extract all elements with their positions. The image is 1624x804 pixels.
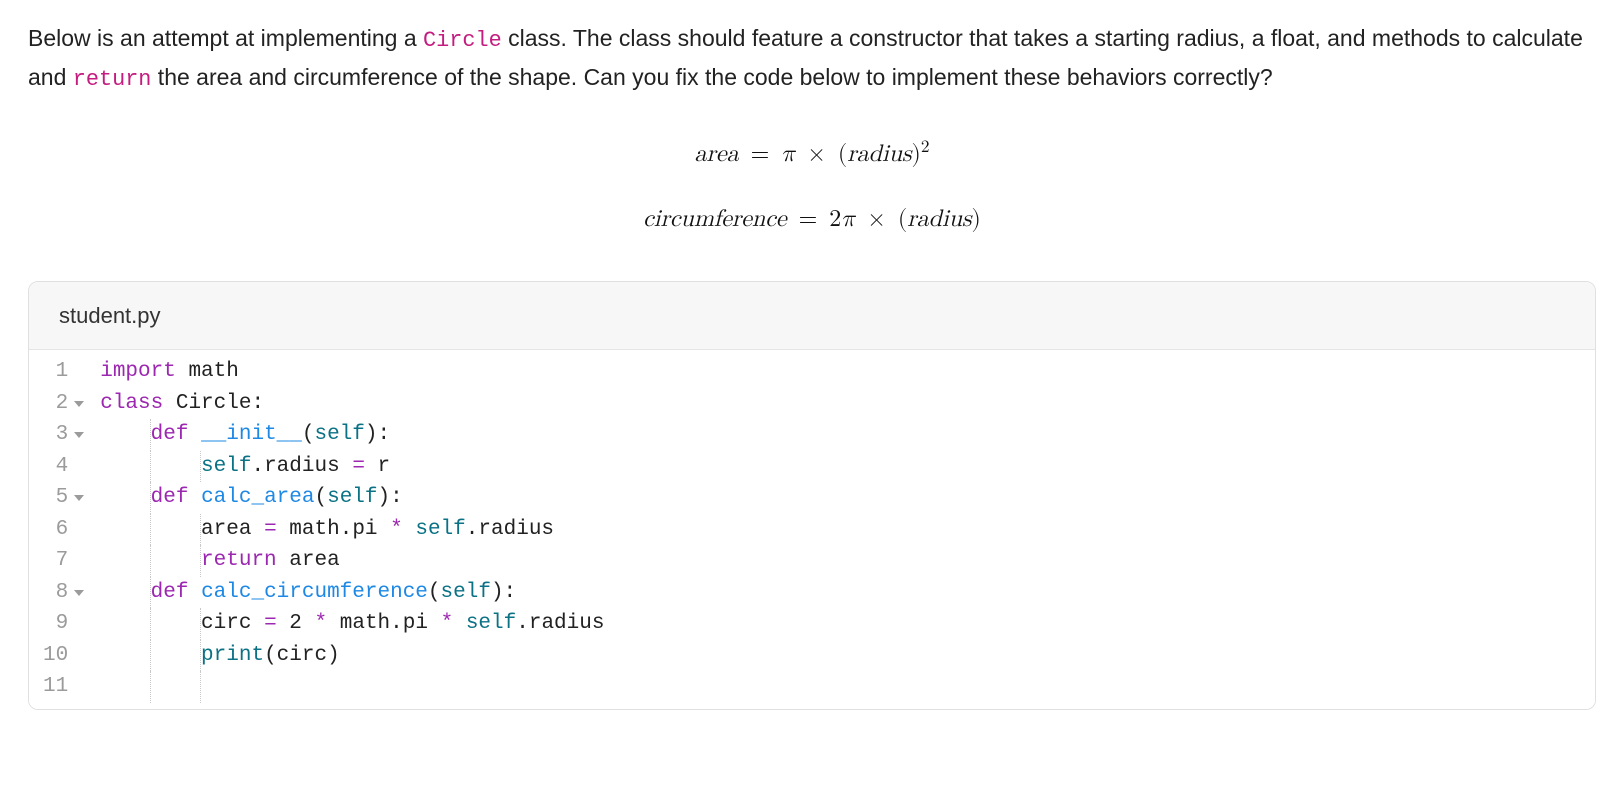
code-line	[100, 671, 1595, 703]
prose-text: Below is an attempt at implementing a	[28, 25, 423, 51]
gutter-line: 7	[43, 545, 84, 577]
inline-code-return: return	[73, 67, 152, 92]
problem-statement: Below is an attempt at implementing a Ci…	[28, 20, 1596, 98]
fold-icon[interactable]	[74, 432, 84, 438]
code-line: class Circle:	[100, 388, 1595, 420]
gutter-line: 5	[43, 482, 84, 514]
prose-text: the area and circumference of the shape.…	[151, 64, 1272, 90]
code-line: area = math.pi * self.radius	[100, 514, 1595, 546]
gutter-line: 10	[43, 640, 84, 672]
code-area[interactable]: import math class Circle: def __init__(s…	[92, 350, 1595, 709]
gutter-line: 4	[43, 451, 84, 483]
gutter-line: 8	[43, 577, 84, 609]
code-line: circ = 2 * math.pi * self.radius	[100, 608, 1595, 640]
formula-area: area = π × (radius)2	[28, 126, 1596, 184]
editor-filename-tab[interactable]: student.py	[29, 282, 1595, 350]
fold-icon[interactable]	[74, 590, 84, 596]
formula-circumference: circumference = 2π × (radius)	[28, 191, 1596, 249]
gutter-line: 3	[43, 419, 84, 451]
code-line: def calc_area(self):	[100, 482, 1595, 514]
gutter-line: 1	[43, 356, 84, 388]
gutter-line: 11	[43, 671, 84, 703]
code-line: print(circ)	[100, 640, 1595, 672]
gutter-line: 6	[43, 514, 84, 546]
formula-block: area = π × (radius)2 circumference = 2π …	[28, 126, 1596, 249]
inline-code-circle: Circle	[423, 28, 502, 53]
fold-icon[interactable]	[74, 495, 84, 501]
line-number-gutter: 1 2 3 4 5 6 7 8 9 10 11	[29, 350, 92, 709]
code-editor: student.py 1 2 3 4 5 6 7 8 9 10 11 impor…	[28, 281, 1596, 710]
code-line: self.radius = r	[100, 451, 1595, 483]
editor-filename: student.py	[59, 303, 161, 328]
code-line: import math	[100, 356, 1595, 388]
gutter-line: 9	[43, 608, 84, 640]
gutter-line: 2	[43, 388, 84, 420]
code-line: def calc_circumference(self):	[100, 577, 1595, 609]
code-line: def __init__(self):	[100, 419, 1595, 451]
fold-icon[interactable]	[74, 401, 84, 407]
code-line: return area	[100, 545, 1595, 577]
